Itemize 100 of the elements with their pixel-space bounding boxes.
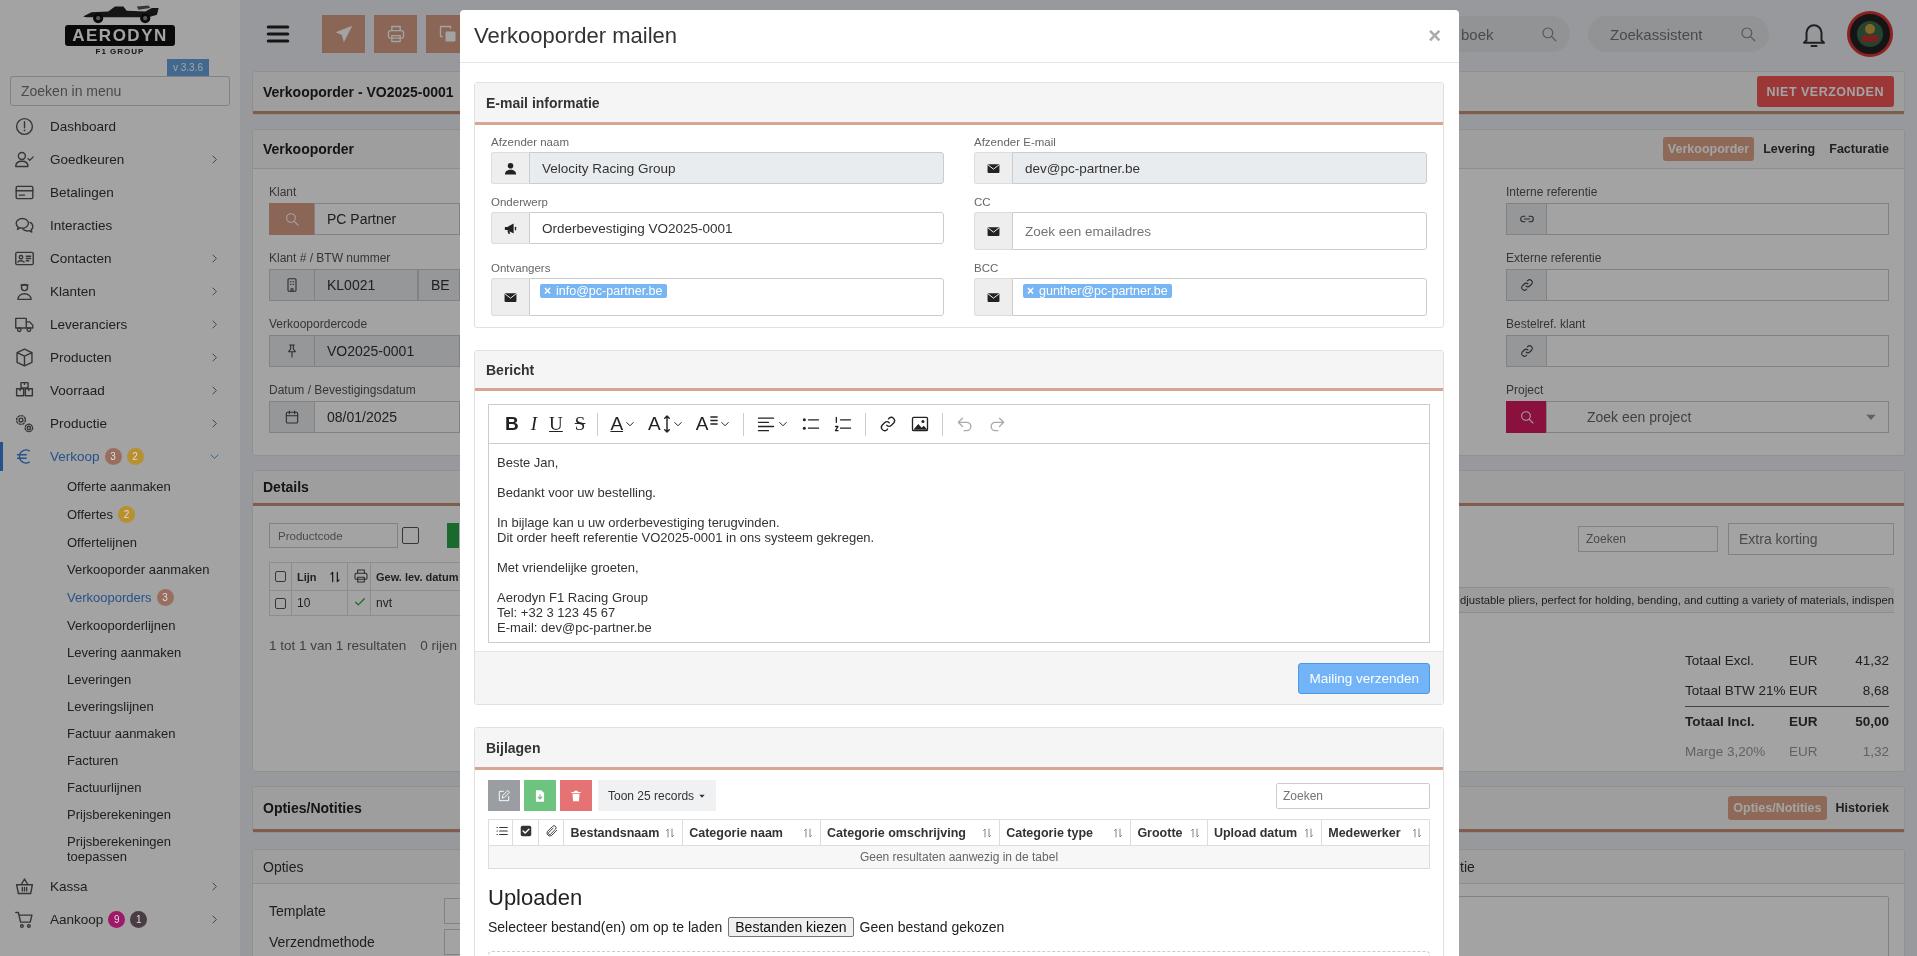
currency: EUR	[1789, 743, 1819, 761]
strike-button[interactable]: S	[568, 410, 592, 438]
text-field[interactable]: BE	[418, 269, 460, 301]
field-label: Datum / Bevestigingsdatum	[269, 383, 417, 397]
underline-button[interactable]: U	[543, 410, 569, 438]
checkbox[interactable]	[275, 597, 286, 609]
tab[interactable]: Historiek	[1830, 796, 1894, 820]
user-icon	[14, 281, 35, 302]
submenu-item[interactable]: Prijsberekeningen toepassen	[0, 828, 240, 870]
italic-button[interactable]: I	[524, 410, 544, 438]
menu-item[interactable]: Productie	[0, 407, 240, 440]
sort-icon	[802, 826, 815, 839]
text-line: Beste Jan,	[497, 455, 560, 470]
input-addon[interactable]	[269, 203, 314, 235]
column-header: Grootte	[1137, 825, 1183, 840]
submenu-item[interactable]: Leveringslijnen	[0, 693, 240, 720]
submenu-item[interactable]: Facturen	[0, 747, 240, 774]
section-title: E-mail informatie	[475, 83, 1443, 125]
font-color-button[interactable]: A	[604, 410, 643, 438]
tab[interactable]: Facturatie	[1824, 137, 1894, 161]
submenu-item[interactable]: Verkooporders 3	[0, 583, 240, 612]
productcode-field[interactable]: Productcode	[269, 523, 398, 548]
text-field[interactable]: KL0021	[314, 269, 418, 301]
submenu-item[interactable]: Verkooporderlijnen	[0, 612, 240, 639]
menu-search-field[interactable]: Zoeken in menu	[10, 76, 230, 106]
submenu-item[interactable]: Offertelijnen	[0, 529, 240, 556]
delete-button[interactable]	[560, 780, 592, 811]
menu-item[interactable]: Goedkeuren	[0, 143, 240, 176]
menu-item[interactable]: Interacties	[0, 209, 240, 242]
submenu-item[interactable]: Offertes 2	[0, 500, 240, 529]
menu-item[interactable]: Leveranciers	[0, 308, 240, 341]
search-field[interactable]: Zoeken	[1276, 782, 1430, 809]
menu-item[interactable]: Aankoop 9 1	[0, 903, 240, 936]
text-field[interactable]: 08/01/2025	[314, 401, 460, 433]
text-field[interactable]	[1546, 335, 1889, 367]
choose-files-button[interactable]: Bestanden kiezen	[728, 917, 854, 937]
lines-icon	[710, 416, 719, 425]
avatar-icon[interactable]	[1847, 11, 1893, 57]
edit-button[interactable]	[488, 780, 520, 811]
empty-table-message: Geen resultaten aanwezig in de tabel	[488, 845, 1430, 869]
text-field[interactable]: dev@pc-partner.be	[1012, 152, 1427, 184]
column-header: Bestandsnaam	[570, 825, 661, 840]
user-icon	[503, 160, 518, 176]
menu-item[interactable]: Klanten	[0, 275, 240, 308]
submenu-item[interactable]: Levering aanmaken	[0, 639, 240, 666]
column-header: Gew. lev. datum	[376, 570, 459, 583]
menu-item[interactable]: Producten	[0, 341, 240, 374]
search-field[interactable]: Zoekassistent	[1588, 16, 1769, 52]
print-button[interactable]	[374, 15, 417, 53]
submenu-item[interactable]: Factuur aanmaken	[0, 720, 240, 747]
menu-item[interactable]: Kassa	[0, 870, 240, 903]
currency: EUR	[1789, 706, 1835, 737]
checkbox[interactable]	[402, 527, 419, 544]
text-field[interactable]: Velocity Racing Group	[529, 152, 944, 184]
submenu-item[interactable]: Prijsberekeningen	[0, 801, 240, 828]
count-badge: 3	[104, 448, 122, 465]
submenu-item[interactable]: Leveringen	[0, 666, 240, 693]
link-icon	[1518, 343, 1535, 359]
submenu-item[interactable]: Offerte aanmaken	[0, 473, 240, 500]
text-field[interactable]	[1546, 203, 1889, 235]
text-field[interactable]	[1546, 269, 1889, 301]
column-header: Categorie naam	[689, 825, 784, 840]
column-header: Medewerker	[1328, 825, 1402, 840]
search-field[interactable]: Zoeken	[1578, 526, 1718, 552]
sort-icon	[1188, 826, 1201, 839]
page-size-dropdown[interactable]: Toon 25 records	[598, 780, 717, 811]
total-label: Marge 3,20%	[1685, 743, 1767, 761]
total-label: Totaal Excl.	[1685, 652, 1756, 670]
calendar-icon	[284, 409, 300, 425]
file-download-icon	[533, 788, 547, 803]
submenu-item[interactable]: Verkooporder aanmaken	[0, 556, 240, 583]
discount-field[interactable]: Extra korting	[1728, 523, 1894, 555]
field-label: Template	[269, 903, 327, 919]
search-icon	[1518, 409, 1535, 425]
text-line: Tel: +32 3 123 45 67	[497, 605, 617, 620]
download-button[interactable]	[524, 780, 556, 811]
logo-wordmark: AERODYN	[65, 25, 175, 46]
text-field[interactable]: PC Partner	[314, 203, 460, 235]
field-label: Interne referentie	[1506, 185, 1599, 199]
text-field[interactable]: VO2025-0001	[314, 335, 460, 367]
menu-item[interactable]: Betalingen	[0, 176, 240, 209]
text-line: Dit order heeft referentie VO2025-0001 in ons systeem gekregen.	[497, 530, 876, 545]
text-field[interactable]: Orderbevestiging VO2025-0001	[529, 212, 944, 244]
menu-item[interactable]: Voorraad	[0, 374, 240, 407]
send-button[interactable]	[322, 15, 365, 53]
sort-icon	[328, 569, 342, 584]
menu-item[interactable]: Dashboard	[0, 110, 240, 143]
tab[interactable]: Levering	[1758, 137, 1821, 161]
checkbox[interactable]	[275, 571, 286, 582]
project-dropdown[interactable]: Zoek een project	[1546, 401, 1889, 433]
menu-item[interactable]: Verkoop 3 2	[0, 440, 240, 473]
font-size-button[interactable]: A	[642, 410, 690, 438]
font-style-button[interactable]: A	[689, 410, 738, 438]
bold-button[interactable]: B	[499, 410, 525, 438]
submenu-item[interactable]: Factuurlijnen	[0, 774, 240, 801]
text-field[interactable]: Zoek een emailadres	[1012, 212, 1427, 250]
menu-item[interactable]: Contacten	[0, 242, 240, 275]
text-line: Met vriendelijke groeten,	[497, 560, 640, 575]
field-label: Project	[1506, 383, 1545, 397]
field-label: Verkoopordercode	[269, 317, 369, 331]
